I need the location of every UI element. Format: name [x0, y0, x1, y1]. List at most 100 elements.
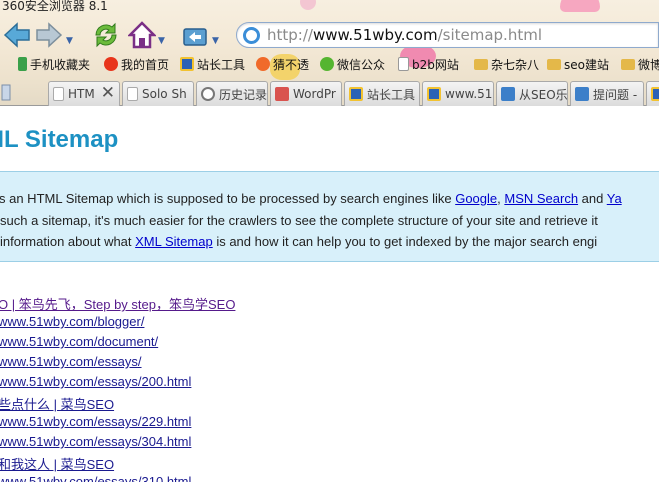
tab-label: 从SEO乐	[519, 87, 568, 102]
tab-51wby[interactable]: www.51	[422, 81, 494, 106]
bookmark-label: b2b网站	[412, 57, 459, 72]
tab-wordpress[interactable]: WordPr	[270, 81, 342, 106]
bookmark-label: 猜不透	[273, 57, 310, 72]
intro-line-1: s an HTML Sitemap which is supposed to b…	[0, 191, 622, 206]
refresh-button[interactable]	[92, 20, 120, 50]
tab-webmaster-tools[interactable]: 站长工具	[344, 81, 420, 106]
close-tab-icon[interactable]: ✕	[101, 83, 115, 103]
site-identity-icon[interactable]	[243, 27, 260, 44]
bookmark-folder-seo-sites[interactable]: seo建站	[547, 55, 609, 73]
home-button[interactable]	[128, 20, 156, 50]
tab-from-seo[interactable]: 从SEO乐	[496, 81, 568, 106]
home-dropdown-icon[interactable]: ▼	[158, 36, 165, 46]
url-list-item[interactable]: www.51wby.com/essays/	[0, 354, 142, 369]
tab-history[interactable]: 历史记录	[196, 81, 268, 106]
bookmark-label: seo建站	[564, 57, 609, 72]
bookmark-b2b-sites[interactable]: b2b网站	[398, 55, 459, 73]
back-arrow-icon	[3, 22, 30, 48]
tab-label: Solo Sh	[142, 87, 187, 101]
yahoo-link[interactable]: Ya	[607, 191, 622, 206]
url-list-item[interactable]: www.51wby.com/essays/200.html	[0, 374, 191, 389]
url-path: /sitemap.html	[437, 26, 542, 44]
google-link[interactable]: Google	[455, 191, 497, 206]
background-decoration	[300, 0, 316, 10]
folder-icon	[547, 58, 561, 70]
bookmark-webmaster-tools[interactable]: 站长工具	[180, 55, 245, 73]
bookmark-folder-weibo[interactable]: 微博	[621, 55, 659, 73]
browser-chrome: 360安全浏览器 8.1 ▼ ▼ ▼ http://www.51wby.com/…	[0, 0, 659, 106]
bookmark-folder-misc[interactable]: 杂七杂八	[474, 55, 539, 73]
intro-text: s an HTML Sitemap which is supposed to b…	[0, 191, 456, 206]
phone-icon	[18, 57, 27, 71]
forward-button[interactable]	[34, 20, 64, 50]
url-protocol: http://	[267, 26, 313, 44]
forward-arrow-icon	[36, 22, 63, 48]
bookmark-label: 手机收藏夹	[30, 57, 91, 72]
tab-scroll-left-icon[interactable]	[0, 82, 12, 104]
page-icon	[127, 87, 138, 101]
s-logo-icon	[501, 87, 515, 101]
tab-ask-question[interactable]: 提问题 -	[570, 81, 644, 106]
bookmarks-bar: 手机收藏夹 我的首页 站长工具 猜不透 微信公众 b2b网站 杂七杂八 seo建…	[0, 52, 659, 76]
home-icon	[128, 21, 156, 49]
undo-close-button[interactable]	[180, 20, 210, 50]
url-text[interactable]: http://www.51wby.com/sitemap.html	[267, 26, 542, 44]
tab-strip: HTM ✕ Solo Sh 历史记录 WordPr 站长工具 www.51 从S…	[0, 79, 659, 106]
bookmark-label: 微信公众	[337, 57, 386, 72]
url-list-item[interactable]: www.51wby.com/document/	[0, 334, 158, 349]
url-list-item[interactable]: www.51wby.com/essays/304.html	[0, 434, 191, 449]
intro-text: information about what	[0, 234, 136, 249]
intro-text: and	[578, 191, 607, 206]
folder-icon	[621, 58, 635, 70]
url-list-item[interactable]: 和我这人 | 菜鸟SEO	[0, 454, 114, 473]
msn-search-link[interactable]: MSN Search	[504, 191, 578, 206]
webmaster-tools-icon	[349, 87, 363, 101]
tab-solo[interactable]: Solo Sh	[122, 81, 194, 106]
page-icon	[53, 87, 64, 101]
undo-dropdown-icon[interactable]: ▼	[212, 36, 219, 46]
webmaster-tools-icon	[651, 87, 659, 101]
wordpress-icon	[275, 87, 289, 101]
tab-label: 提问题 -	[593, 87, 638, 102]
page-viewport: ML Sitemap s an HTML Sitemap which is su…	[0, 106, 659, 482]
window-title: 360安全浏览器 8.1	[2, 0, 108, 13]
tab-label: www.51	[445, 87, 493, 101]
bookmark-mobile-favorites[interactable]: 手机收藏夹	[18, 55, 90, 73]
address-bar[interactable]: http://www.51wby.com/sitemap.html	[236, 22, 659, 48]
background-decoration	[560, 0, 600, 12]
url-list-item[interactable]: O | 笨鸟先飞，Step by step，笨鸟学SEO	[0, 294, 235, 313]
webmaster-tools-icon	[427, 87, 441, 101]
url-list-item[interactable]: www.51wby.com/blogger/	[0, 314, 144, 329]
bookmark-my-homepage[interactable]: 我的首页	[104, 55, 169, 73]
weibo-icon	[104, 57, 118, 71]
folder-icon	[474, 58, 488, 70]
bookmark-wechat-official[interactable]: 微信公众	[320, 55, 385, 73]
tab-label: 历史记录	[219, 87, 268, 102]
url-list-item[interactable]: www.51wby.com/essays/229.html	[0, 414, 191, 429]
url-list-item[interactable]: www.51wby.com/essays/310.html	[0, 474, 191, 482]
bookmark-label: 杂七杂八	[491, 57, 540, 72]
back-button[interactable]	[2, 20, 32, 50]
tab-sitemap[interactable]: HTM ✕	[48, 81, 120, 106]
bookmark-label: 微博	[638, 57, 659, 72]
intro-line-2: such a sitemap, it's much easier for the…	[0, 213, 598, 228]
s-logo-icon	[575, 87, 589, 101]
url-host: www.51wby.com	[312, 26, 438, 44]
page-icon	[398, 57, 409, 71]
tab-label: WordPr	[293, 87, 336, 101]
webmaster-tools-icon	[180, 57, 194, 71]
intro-line-3: information about what XML Sitemap is an…	[0, 234, 597, 249]
tab-label: HTM	[68, 87, 95, 101]
url-list-item[interactable]: 些点什么 | 菜鸟SEO	[0, 394, 114, 413]
bookmark-label: 站长工具	[197, 57, 246, 72]
bookmark-guess[interactable]: 猜不透	[256, 55, 309, 73]
xml-sitemap-link[interactable]: XML Sitemap	[135, 234, 213, 249]
page-title: ML Sitemap	[0, 126, 119, 153]
undo-icon	[183, 28, 207, 46]
bookmark-label: 我的首页	[121, 57, 170, 72]
forward-dropdown-icon[interactable]: ▼	[66, 36, 73, 46]
intro-box: s an HTML Sitemap which is supposed to b…	[0, 171, 659, 262]
tab-overflow[interactable]	[646, 81, 659, 106]
clock-icon	[201, 87, 215, 101]
intro-text: is and how it can help you to get indexe…	[212, 234, 598, 249]
